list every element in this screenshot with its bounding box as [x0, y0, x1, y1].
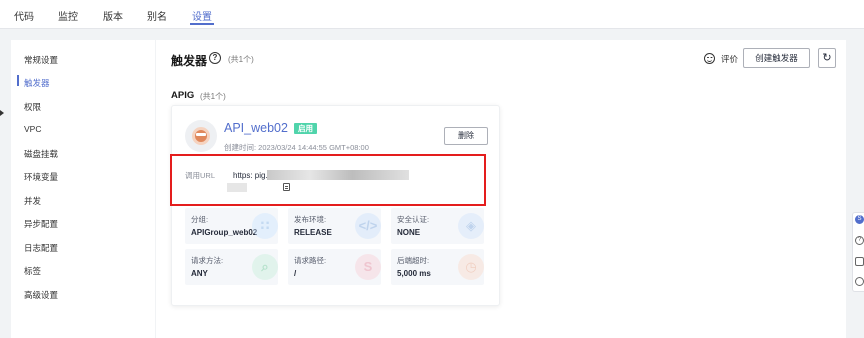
feedback-icon[interactable] — [855, 257, 864, 266]
created-time: 创建时间: 2023/03/24 14:44:55 GMT+08:00 — [224, 143, 369, 152]
refresh-button[interactable]: ↻ — [818, 48, 836, 68]
info-label: 分组: — [191, 215, 209, 224]
info-release-env: 发布环境: RELEASE </> — [288, 208, 381, 244]
rate-link[interactable]: 评价 — [721, 53, 738, 65]
sidebar-item-triggers[interactable]: 触发器 — [24, 77, 50, 89]
page-title: 触发器 — [171, 54, 208, 68]
trigger-card: API_web02 启用 创建时间: 2023/03/24 14:44:55 G… — [170, 105, 500, 306]
info-timeout: 后端超时: 5,000 ms ◷ — [391, 249, 484, 285]
info-value: / — [294, 269, 297, 278]
sidebar-item-logging[interactable]: 日志配置 — [24, 242, 58, 254]
help-icon[interactable]: ? — [855, 236, 864, 245]
create-trigger-button[interactable]: 创建触发器 — [743, 48, 810, 68]
sidebar-item-async[interactable]: 异步配置 — [24, 218, 58, 230]
trigger-name[interactable]: API_web02 — [224, 121, 288, 135]
section-title: APIG — [171, 90, 195, 101]
sidebar-item-env-vars[interactable]: 环境变量 — [24, 171, 58, 183]
section-count: (共1个) — [200, 92, 226, 101]
info-path: 请求路径: / S — [288, 249, 381, 285]
info-value: NONE — [397, 228, 421, 237]
sidebar-item-disk-mount[interactable]: 磁盘挂载 — [24, 148, 58, 160]
collapse-arrow-icon[interactable] — [0, 110, 4, 116]
info-method: 请求方法: ANY ⌕ — [185, 249, 278, 285]
highlight-box — [170, 154, 486, 206]
info-value: 5,000 ms — [397, 269, 431, 278]
info-value: ANY — [191, 269, 208, 278]
delete-button[interactable]: 删除 — [444, 127, 488, 145]
info-label: 安全认证: — [397, 215, 430, 224]
info-group: 分组: APIGroup_web02 ∷ — [185, 208, 278, 244]
sidebar-item-permissions[interactable]: 权限 — [24, 101, 41, 113]
info-security: 安全认证: NONE ◈ — [391, 208, 484, 244]
info-label: 请求路径: — [294, 256, 327, 265]
status-badge: 启用 — [294, 123, 317, 134]
refresh-icon: ↻ — [822, 52, 832, 64]
smile-icon[interactable] — [855, 277, 864, 286]
info-label: 后端超时: — [397, 256, 430, 265]
tab-version[interactable]: 版本 — [103, 8, 123, 23]
main-panel: 触发器 ? (共1个) 评价 创建触发器 ↻ APIG (共1个) API_we… — [156, 40, 846, 338]
sidebar-item-vpc[interactable]: VPC — [24, 124, 41, 134]
smile-icon[interactable] — [704, 53, 715, 64]
info-label: 发布环境: — [294, 215, 327, 224]
floating-toolbar: S ? — [852, 212, 864, 292]
path-icon: S — [355, 254, 381, 280]
sidebar-item-general[interactable]: 常规设置 — [24, 54, 58, 66]
code-icon: </> — [355, 213, 381, 239]
tab-code[interactable]: 代码 — [14, 8, 34, 23]
active-item-marker — [17, 75, 19, 86]
settings-sidebar: 常规设置 触发器 权限 VPC 磁盘挂载 环境变量 并发 异步配置 日志配置 标… — [11, 40, 155, 338]
security-icon: ◈ — [458, 213, 484, 239]
info-value: APIGroup_web02 — [191, 228, 258, 237]
trigger-count: (共1个) — [228, 55, 254, 64]
sidebar-item-concurrency[interactable]: 并发 — [24, 195, 41, 207]
sidebar-item-advanced[interactable]: 高级设置 — [24, 289, 58, 301]
info-value: RELEASE — [294, 228, 332, 237]
timeout-icon: ◷ — [458, 254, 484, 280]
assistant-icon[interactable]: S — [855, 215, 864, 224]
apig-icon — [185, 120, 217, 152]
help-icon[interactable]: ? — [209, 52, 221, 64]
info-label: 请求方法: — [191, 256, 224, 265]
method-icon: ⌕ — [252, 254, 278, 280]
top-nav: 代码 监控 版本 别名 设置 — [0, 0, 864, 29]
tab-alias[interactable]: 别名 — [147, 8, 167, 23]
tab-settings[interactable]: 设置 — [190, 8, 214, 25]
sidebar-item-tags[interactable]: 标签 — [24, 265, 41, 277]
group-icon: ∷ — [252, 213, 278, 239]
tab-monitor[interactable]: 监控 — [58, 8, 78, 23]
